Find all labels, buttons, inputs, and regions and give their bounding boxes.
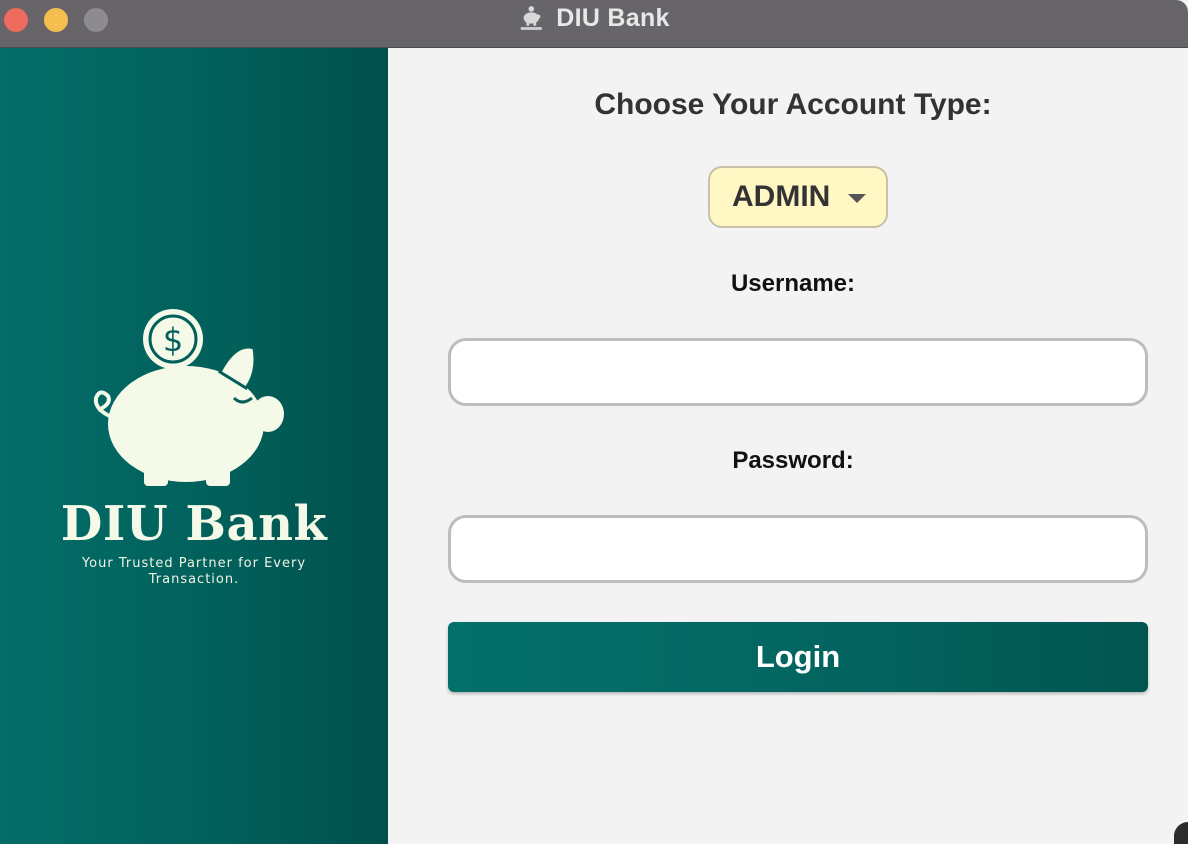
piggy-bank-icon <box>521 6 543 30</box>
account-type-value: ADMIN <box>732 180 831 213</box>
window-title-group: DIU Bank <box>0 0 1188 36</box>
username-input[interactable] <box>448 338 1148 406</box>
login-button[interactable]: Login <box>448 622 1148 692</box>
brand-name: DIU Bank <box>60 496 328 552</box>
account-type-heading: Choose Your Account Type: <box>594 88 992 121</box>
password-input[interactable] <box>448 515 1148 583</box>
chevron-down-icon <box>848 193 867 203</box>
title-bar[interactable]: DIU Bank <box>0 0 1188 48</box>
brand-panel: $ DIU Bank Your Trusted Partner for Ever… <box>0 48 388 844</box>
window-corner <box>1174 822 1188 844</box>
password-label: Password: <box>732 447 854 474</box>
window-title: DIU Bank <box>556 3 670 32</box>
app-window: DIU Bank $ DIU Bank Your Trusted Partner… <box>0 0 1188 844</box>
piggy-bank-icon: $ <box>93 309 284 486</box>
svg-text:$: $ <box>163 321 183 359</box>
username-label: Username: <box>730 270 856 297</box>
account-type-dropdown[interactable]: ADMIN <box>708 166 888 228</box>
brand-tagline: Your Trusted Partner for Every Transacti… <box>81 556 307 587</box>
